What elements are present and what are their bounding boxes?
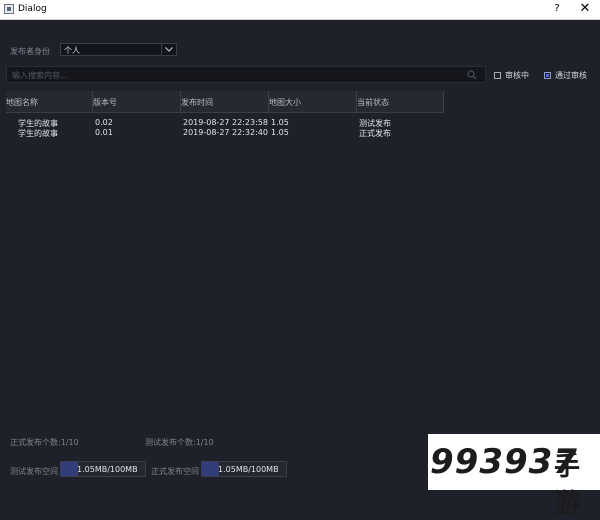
cell-status: 正式发布 (359, 129, 391, 138)
close-button[interactable]: ✕ (576, 1, 594, 16)
test-space-fill (61, 462, 78, 476)
official-space-value: 1.05MB/100MB (218, 465, 279, 474)
watermark-logo: 993937 手游 (428, 434, 600, 519)
cell-map-size: 1.05 (271, 128, 289, 137)
publisher-select[interactable]: 个人 (60, 43, 177, 56)
cell-publish-time: 2019-08-27 22:32:40 (183, 128, 268, 137)
official-space-label: 正式发布空间 (151, 467, 199, 476)
cell-version: 0.02 (95, 118, 113, 127)
cell-version: 0.01 (95, 128, 113, 137)
title-bar: Dialog ? ✕ (0, 0, 600, 20)
column-header-map-name[interactable]: 地图名称 (6, 97, 38, 108)
table-row[interactable]: 学生的故事 0.01 2019-08-27 22:32:40 1.05 正式发布 (6, 128, 444, 138)
cell-map-size: 1.05 (271, 118, 289, 127)
filter-reviewing[interactable]: 审核中 (494, 70, 529, 81)
cell-publish-time: 2019-08-27 22:23:58 (183, 118, 268, 127)
reviewing-checkbox[interactable] (494, 72, 501, 79)
watermark-text: 手游 (554, 452, 581, 519)
filter-approved[interactable]: 通过审核 (544, 70, 587, 81)
cell-map-name: 学生的故事 (18, 129, 58, 138)
publisher-label: 发布者身份 (10, 47, 50, 56)
chevron-down-icon[interactable] (161, 44, 176, 55)
column-header-status[interactable]: 当前状态 (357, 97, 389, 108)
test-space-label: 测试发布空间 (10, 467, 58, 476)
help-button[interactable]: ? (550, 3, 564, 14)
search-icon[interactable] (467, 70, 477, 82)
test-space-value: 1.05MB/100MB (77, 465, 138, 474)
search-input[interactable]: 输入搜索内容... (6, 66, 486, 83)
table-header: 地图名称 版本号 发布时间 地图大小 当前状态 (6, 91, 444, 113)
column-divider (443, 91, 444, 112)
window-title: Dialog (18, 4, 47, 14)
column-header-version[interactable]: 版本号 (93, 97, 117, 108)
official-space-fill (202, 462, 219, 476)
approved-checkbox[interactable] (544, 72, 551, 79)
test-publish-count: 测试发布个数:1/10 (145, 438, 214, 447)
official-space-progress: 1.05MB/100MB (201, 461, 287, 477)
test-space-progress: 1.05MB/100MB (60, 461, 146, 477)
publisher-value: 个人 (64, 46, 80, 55)
app-icon (4, 4, 14, 14)
approved-label: 通过审核 (555, 71, 587, 80)
table-row[interactable]: 学生的故事 0.02 2019-08-27 22:23:58 1.05 测试发布 (6, 118, 444, 128)
search-placeholder: 输入搜索内容... (12, 71, 68, 80)
column-header-publish-time[interactable]: 发布时间 (181, 97, 213, 108)
reviewing-label: 审核中 (505, 71, 529, 80)
column-header-map-size[interactable]: 地图大小 (269, 97, 301, 108)
official-publish-count: 正式发布个数:1/10 (10, 438, 79, 447)
